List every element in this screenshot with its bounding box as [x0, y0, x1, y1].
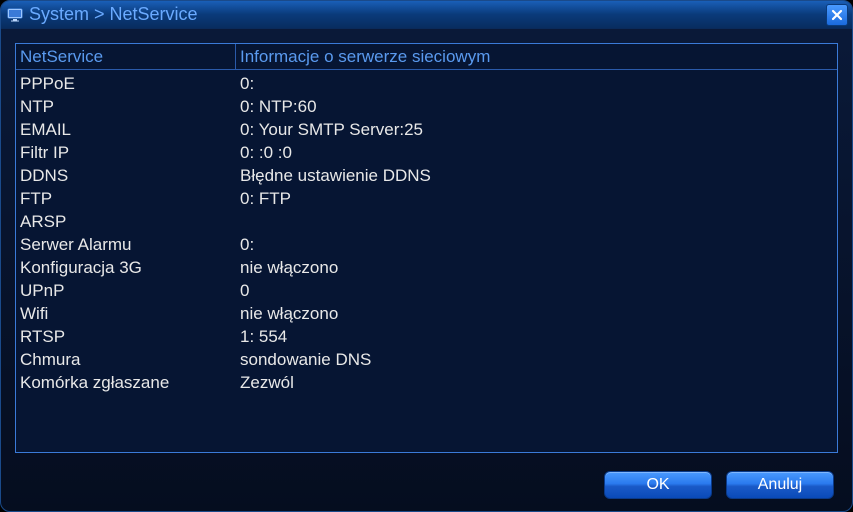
table-row[interactable]: Konfiguracja 3Gnie włączono	[16, 256, 837, 279]
table-row[interactable]: Filtr IP0: :0 :0	[16, 141, 837, 164]
service-info: nie włączono	[236, 304, 837, 324]
cancel-button[interactable]: Anuluj	[726, 471, 834, 499]
service-name: Komórka zgłaszane	[16, 373, 236, 393]
service-name: PPPoE	[16, 74, 236, 94]
table-row[interactable]: ARSP	[16, 210, 837, 233]
netservice-window: System > NetService NetService Informacj…	[0, 0, 853, 512]
service-name: EMAIL	[16, 120, 236, 140]
service-name: ARSP	[16, 212, 236, 232]
service-name: Konfiguracja 3G	[16, 258, 236, 278]
service-info: 0:	[236, 74, 837, 94]
service-info: 0: :0 :0	[236, 143, 837, 163]
service-name: UPnP	[16, 281, 236, 301]
table-row[interactable]: PPPoE0:	[16, 72, 837, 95]
service-info: 0: NTP:60	[236, 97, 837, 117]
service-info: Błędne ustawienie DDNS	[236, 166, 837, 186]
service-name: FTP	[16, 189, 236, 209]
column-header-info: Informacje o serwerze sieciowym	[236, 44, 837, 69]
service-info: 1: 554	[236, 327, 837, 347]
ok-button[interactable]: OK	[604, 471, 712, 499]
close-icon	[831, 9, 843, 21]
netservice-table: NetService Informacje o serwerze sieciow…	[15, 43, 838, 453]
service-name: Wifi	[16, 304, 236, 324]
dialog-footer: OK Anuluj	[604, 471, 834, 499]
table-row[interactable]: Serwer Alarmu0:	[16, 233, 837, 256]
service-name: Chmura	[16, 350, 236, 370]
table-row[interactable]: EMAIL0: Your SMTP Server:25	[16, 118, 837, 141]
table-row[interactable]: Chmurasondowanie DNS	[16, 348, 837, 371]
service-info: nie włączono	[236, 258, 837, 278]
table-header: NetService Informacje o serwerze sieciow…	[16, 44, 837, 70]
service-info: 0: Your SMTP Server:25	[236, 120, 837, 140]
service-name: NTP	[16, 97, 236, 117]
service-info: 0:	[236, 235, 837, 255]
table-row[interactable]: FTP0: FTP	[16, 187, 837, 210]
service-info: 0: FTP	[236, 189, 837, 209]
table-row[interactable]: UPnP0	[16, 279, 837, 302]
monitor-icon	[7, 8, 23, 22]
close-button[interactable]	[826, 4, 848, 26]
table-row[interactable]: RTSP1: 554	[16, 325, 837, 348]
table-row[interactable]: DDNSBłędne ustawienie DDNS	[16, 164, 837, 187]
service-info: Zezwól	[236, 373, 837, 393]
table-row[interactable]: Komórka zgłaszaneZezwól	[16, 371, 837, 394]
column-header-name: NetService	[16, 44, 236, 69]
service-info: sondowanie DNS	[236, 350, 837, 370]
table-row[interactable]: NTP0: NTP:60	[16, 95, 837, 118]
titlebar: System > NetService	[1, 1, 852, 29]
table-row[interactable]: Wifinie włączono	[16, 302, 837, 325]
service-name: Filtr IP	[16, 143, 236, 163]
service-name: DDNS	[16, 166, 236, 186]
breadcrumb: System > NetService	[29, 4, 198, 25]
service-name: RTSP	[16, 327, 236, 347]
service-name: Serwer Alarmu	[16, 235, 236, 255]
service-info: 0	[236, 281, 837, 301]
